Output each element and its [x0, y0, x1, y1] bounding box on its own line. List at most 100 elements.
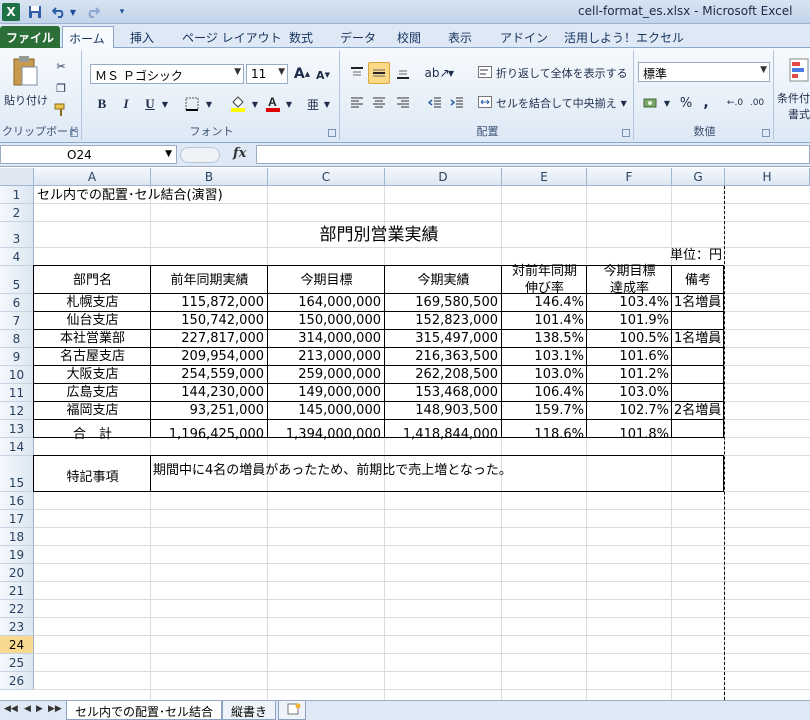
- tab-katsuyou[interactable]: 活用しよう！エクセル: [558, 26, 690, 48]
- orientation-icon[interactable]: ab↗: [424, 62, 449, 84]
- cell-yoy[interactable]: 159.7%: [502, 402, 584, 419]
- copy-icon[interactable]: ❐: [52, 80, 70, 96]
- row-header[interactable]: 4: [0, 248, 34, 266]
- cell-target[interactable]: 314,000,000: [268, 330, 381, 347]
- undo-icon[interactable]: [50, 3, 68, 21]
- row-header[interactable]: 18: [0, 528, 34, 546]
- bold-button[interactable]: B: [92, 94, 112, 114]
- row-header[interactable]: 16: [0, 492, 34, 510]
- first-sheet-icon[interactable]: ◀◀: [4, 704, 18, 714]
- insert-sheet-icon[interactable]: [278, 701, 306, 720]
- cell-actual[interactable]: 262,208,500: [385, 366, 498, 383]
- cell-actual[interactable]: 152,823,000: [385, 312, 498, 329]
- cell-ach[interactable]: 102.7%: [587, 402, 669, 419]
- cell-yoy[interactable]: 138.5%: [502, 330, 584, 347]
- formula-input[interactable]: [256, 145, 810, 164]
- borders-icon[interactable]: [180, 94, 204, 114]
- prev-sheet-icon[interactable]: ◀: [24, 704, 31, 714]
- sheet-tab[interactable]: 縦書き: [222, 701, 277, 720]
- cell-prev[interactable]: 227,817,000: [151, 330, 264, 347]
- tab-data[interactable]: データ: [334, 26, 382, 48]
- percent-button[interactable]: %: [676, 92, 696, 114]
- cell-note[interactable]: 1名増員: [674, 330, 724, 347]
- report-title[interactable]: 部門別営業実績: [34, 224, 724, 246]
- underline-button[interactable]: U: [140, 94, 160, 114]
- cell-target[interactable]: 145,000,000: [268, 402, 381, 419]
- phonetic-dropdown-icon[interactable]: ▼: [322, 94, 332, 114]
- cell-prev[interactable]: 93,251,000: [151, 402, 264, 419]
- conditional-formatting-icon[interactable]: [788, 56, 810, 84]
- align-middle-icon[interactable]: [368, 62, 390, 84]
- shrink-font-button[interactable]: A ▼: [314, 66, 332, 84]
- font-name-combo[interactable]: ＭＳ Ｐゴシック ▼: [90, 64, 244, 84]
- cell-prev[interactable]: 209,954,000: [151, 348, 264, 365]
- font-color-dropdown-icon[interactable]: ▼: [284, 94, 294, 114]
- unit-label[interactable]: 単位：円: [650, 247, 722, 264]
- row-header[interactable]: 20: [0, 564, 34, 582]
- alignment-launcher-icon[interactable]: [622, 129, 630, 137]
- next-sheet-icon[interactable]: ▶: [36, 704, 43, 714]
- row-header[interactable]: 25: [0, 654, 34, 672]
- align-top-icon[interactable]: [346, 62, 368, 84]
- header-actual[interactable]: 今期実績: [385, 272, 502, 289]
- cell-prev[interactable]: 254,559,000: [151, 366, 264, 383]
- currency-icon[interactable]: [640, 92, 662, 114]
- row-header[interactable]: 11: [0, 384, 34, 402]
- fill-color-icon[interactable]: [226, 94, 250, 114]
- column-header[interactable]: C: [268, 168, 385, 186]
- row-header[interactable]: 8: [0, 330, 34, 348]
- header-note[interactable]: 備考: [672, 272, 724, 289]
- total-actual[interactable]: 1,418,844,000: [385, 426, 498, 443]
- save-icon[interactable]: [26, 3, 44, 21]
- cell-note[interactable]: 1名増員: [674, 294, 724, 311]
- paste-button[interactable]: 貼り付け: [2, 92, 50, 108]
- column-header[interactable]: E: [502, 168, 587, 186]
- cell-dept[interactable]: 広島支店: [34, 384, 151, 401]
- remarks-label[interactable]: 特記事項: [34, 469, 151, 486]
- number-launcher-icon[interactable]: [762, 129, 770, 137]
- customize-qat-icon[interactable]: ▾: [116, 3, 128, 21]
- grow-font-button[interactable]: A ▲: [292, 64, 312, 84]
- cell-actual[interactable]: 148,903,500: [385, 402, 498, 419]
- clipboard-launcher-icon[interactable]: [70, 129, 78, 137]
- row-header[interactable]: 10: [0, 366, 34, 384]
- sheet-tab-active[interactable]: セル内での配置･セル結合: [66, 701, 223, 720]
- row-header[interactable]: 13: [0, 420, 34, 438]
- redo-icon[interactable]: [84, 3, 102, 21]
- cell-yoy[interactable]: 106.4%: [502, 384, 584, 401]
- tab-page-layout[interactable]: ページ レイアウト: [176, 26, 288, 48]
- cell-yoy[interactable]: 103.0%: [502, 366, 584, 383]
- column-header[interactable]: F: [587, 168, 672, 186]
- increase-decimal-button[interactable]: ←.0: [724, 92, 746, 114]
- header-prev[interactable]: 前年同期実績: [151, 272, 268, 289]
- decrease-decimal-button[interactable]: .00: [746, 92, 768, 114]
- cell-target[interactable]: 164,000,000: [268, 294, 381, 311]
- orientation-dropdown-icon[interactable]: ▼: [446, 62, 456, 84]
- font-size-combo[interactable]: 11 ▼: [246, 64, 288, 84]
- cell-ach[interactable]: 101.2%: [587, 366, 669, 383]
- align-right-icon[interactable]: [392, 92, 414, 114]
- tab-view[interactable]: 表示: [442, 26, 478, 48]
- total-yoy[interactable]: 118.6%: [502, 426, 584, 443]
- total-label[interactable]: 合 計: [34, 426, 151, 443]
- align-left-icon[interactable]: [346, 92, 368, 114]
- underline-dropdown-icon[interactable]: ▼: [160, 94, 170, 114]
- cell-yoy[interactable]: 103.1%: [502, 348, 584, 365]
- wrap-text-button[interactable]: 折り返して全体を表示する: [478, 62, 628, 84]
- column-header[interactable]: H: [725, 168, 810, 186]
- row-header[interactable]: 17: [0, 510, 34, 528]
- cell-dept[interactable]: 名古屋支店: [34, 348, 151, 365]
- cell-dept[interactable]: 大阪支店: [34, 366, 151, 383]
- column-header[interactable]: G: [672, 168, 725, 186]
- cell-actual[interactable]: 315,497,000: [385, 330, 498, 347]
- select-all-corner[interactable]: [0, 168, 34, 186]
- row-header[interactable]: 7: [0, 312, 34, 330]
- font-launcher-icon[interactable]: [328, 129, 336, 137]
- row-header[interactable]: 21: [0, 582, 34, 600]
- excel-logo-icon[interactable]: X: [2, 3, 20, 21]
- total-ach[interactable]: 101.8%: [587, 426, 669, 443]
- align-center-icon[interactable]: [368, 92, 390, 114]
- column-header[interactable]: B: [151, 168, 268, 186]
- column-header[interactable]: A: [34, 168, 151, 186]
- cell-a1[interactable]: セル内での配置･セル結合(演習): [37, 187, 223, 204]
